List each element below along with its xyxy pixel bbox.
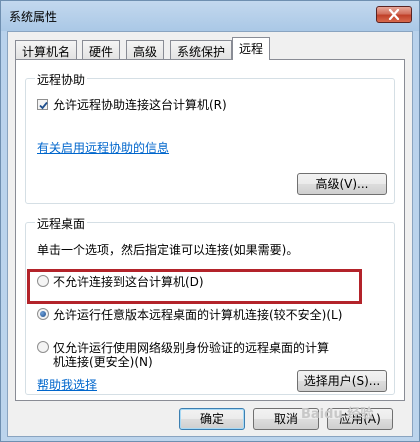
red-highlight-annotation — [27, 269, 362, 304]
allow-remote-assistance-label[interactable]: 允许远程协助连接这台计算机(R) — [53, 96, 227, 113]
remote-desktop-group-title: 远程桌面 — [35, 215, 88, 232]
title-bar[interactable]: 系统属性 — [1, 1, 419, 31]
checkmark-icon — [39, 101, 48, 110]
dialog-body: 计算机名 硬件 高级 系统保护 远程 远程协助 允许远程协助连接这台计算机(R)… — [7, 31, 413, 437]
tab-hardware[interactable]: 硬件 — [82, 40, 121, 59]
radio-allow-nla-only[interactable] — [37, 341, 49, 353]
select-users-button[interactable]: 选择用户(S)... — [297, 370, 387, 392]
radio-allow-any-version-label[interactable]: 允许运行任意版本远程桌面的计算机连接(较不安全)(L) — [53, 306, 342, 323]
ok-button[interactable]: 确定 — [179, 408, 245, 430]
baidu-watermark: Baidu 经验 — [301, 407, 374, 422]
remote-desktop-instruction: 单击一个选项，然后指定谁可以连接(如果需要)。 — [37, 243, 299, 257]
tab-advanced[interactable]: 高级 — [126, 40, 165, 59]
tab-remote[interactable]: 远程 — [232, 37, 271, 60]
system-properties-window: 系统属性 计算机名 硬件 高级 系统保护 远程 远程协助 允许远程协助连接这台计… — [0, 0, 420, 442]
tab-system-protection[interactable]: 系统保护 — [170, 40, 233, 59]
remote-assistance-group: 远程协助 允许远程协助连接这台计算机(R) 有关启用远程协助的信息 高级(V).… — [25, 71, 395, 204]
help-me-choose-link[interactable]: 帮助我选择 — [37, 376, 97, 393]
close-icon — [388, 9, 400, 20]
allow-remote-assistance-checkbox[interactable] — [37, 99, 48, 110]
window-title: 系统属性 — [9, 10, 58, 24]
remote-tab-panel: 远程协助 允许远程协助连接这台计算机(R) 有关启用远程协助的信息 高级(V).… — [15, 59, 405, 401]
remote-desktop-group: 远程桌面 单击一个选项，然后指定谁可以连接(如果需要)。 不允许连接到这台计算机… — [25, 215, 395, 395]
radio-allow-nla-only-label-line2[interactable]: 机连接(更安全)(N) — [53, 353, 153, 370]
close-button[interactable] — [376, 6, 412, 23]
remote-assistance-group-title: 远程协助 — [35, 71, 88, 88]
advanced-button[interactable]: 高级(V)... — [297, 173, 387, 195]
radio-allow-any-version[interactable] — [37, 308, 49, 320]
radio-selected-dot — [40, 311, 46, 317]
remote-assistance-info-link[interactable]: 有关启用远程协助的信息 — [37, 139, 169, 156]
tab-computer-name[interactable]: 计算机名 — [15, 40, 78, 59]
